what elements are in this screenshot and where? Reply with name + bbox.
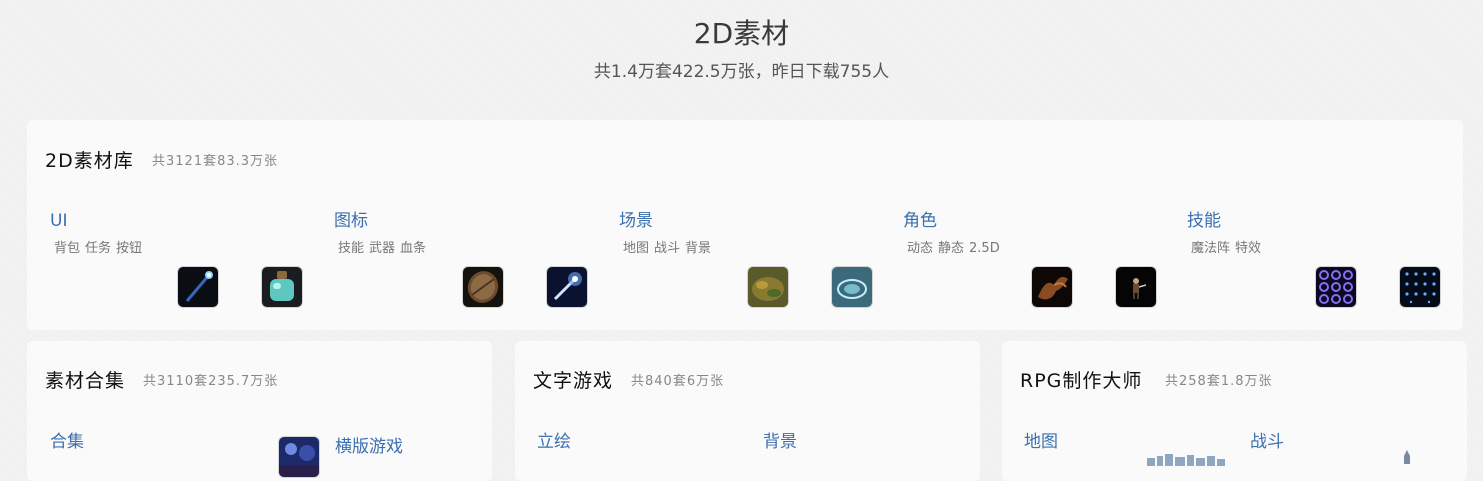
category-tags: 地图 战斗 背景 — [623, 239, 716, 259]
card-title[interactable]: 文字游戏 — [533, 368, 613, 394]
magic-circle-icon[interactable] — [832, 267, 872, 307]
blue-sparks-icon[interactable] — [1400, 267, 1440, 307]
page-title: 2D素材 — [693, 17, 790, 50]
city-icon[interactable] — [1147, 451, 1227, 466]
card-title[interactable]: RPG制作大师 — [1020, 368, 1142, 394]
tag-link[interactable]: 背包 — [54, 241, 80, 256]
library-card: 2D素材库 共3121套83.3万张 UI 背包 任务 按钮 图标 技能 武器 血条 场… — [27, 120, 1463, 330]
category-link[interactable]: 战斗 — [1250, 430, 1284, 454]
collection-card: 素材合集 共3110套235.7万张 合集 横版游戏 — [27, 341, 492, 481]
card-count: 共840套6万张 — [631, 374, 725, 389]
terrain-icon[interactable] — [748, 267, 788, 307]
wand-icon[interactable] — [178, 267, 218, 307]
category-link[interactable]: 背景 — [763, 430, 797, 454]
category-tags: 动态 静态 2.5D — [907, 239, 1005, 259]
tag-link[interactable]: 战斗 — [654, 241, 680, 256]
category-link[interactable]: 图标 — [334, 209, 368, 233]
tag-link[interactable]: 地图 — [623, 241, 649, 256]
textgame-card: 文字游戏 共840套6万张 立绘 背景 — [515, 341, 980, 481]
card-count: 共3110套235.7万张 — [143, 374, 279, 389]
dragon-icon[interactable] — [1032, 267, 1072, 307]
category-link[interactable]: 技能 — [1187, 209, 1221, 233]
category-tags: 背包 任务 按钮 — [54, 239, 147, 259]
tag-link[interactable]: 2.5D — [969, 241, 1000, 256]
category-link[interactable]: 立绘 — [537, 430, 571, 454]
category-link[interactable]: 场景 — [619, 209, 653, 233]
card-count: 共3121套83.3万张 — [152, 154, 279, 169]
tower-icon[interactable] — [1397, 449, 1417, 464]
category-tags: 魔法阵 特效 — [1191, 239, 1266, 259]
tag-link[interactable]: 血条 — [400, 241, 426, 256]
rpg-card: RPG制作大师 共258套1.8万张 地图 战斗 — [1002, 341, 1467, 481]
tag-link[interactable]: 静态 — [938, 241, 964, 256]
tag-link[interactable]: 技能 — [338, 241, 364, 256]
category-link[interactable]: 合集 — [50, 430, 84, 454]
tag-link[interactable]: 动态 — [907, 241, 933, 256]
tag-link[interactable]: 按钮 — [116, 241, 142, 256]
tag-link[interactable]: 武器 — [369, 241, 395, 256]
warrior-icon[interactable] — [1116, 267, 1156, 307]
purple-rings-icon[interactable] — [1316, 267, 1356, 307]
category-link[interactable]: 地图 — [1024, 430, 1058, 454]
card-count: 共258套1.8万张 — [1165, 374, 1273, 389]
tag-link[interactable]: 特效 — [1235, 241, 1261, 256]
category-link[interactable]: 横版游戏 — [335, 435, 403, 459]
category-tags: 技能 武器 血条 — [338, 239, 431, 259]
card-title[interactable]: 2D素材库 — [45, 148, 134, 174]
tag-link[interactable]: 任务 — [85, 241, 111, 256]
category-link[interactable]: 角色 — [903, 209, 937, 233]
sword-icon[interactable] — [547, 267, 587, 307]
category-link[interactable]: UI — [50, 209, 67, 233]
tag-link[interactable]: 背景 — [685, 241, 711, 256]
card-title[interactable]: 素材合集 — [45, 368, 125, 394]
shield-icon[interactable] — [463, 267, 503, 307]
potion-icon[interactable] — [262, 267, 302, 307]
tag-link[interactable]: 魔法阵 — [1191, 241, 1230, 256]
page-subtitle: 共1.4万套422.5万张，昨日下载755人 — [593, 62, 890, 82]
night-scene-icon[interactable] — [279, 437, 319, 477]
